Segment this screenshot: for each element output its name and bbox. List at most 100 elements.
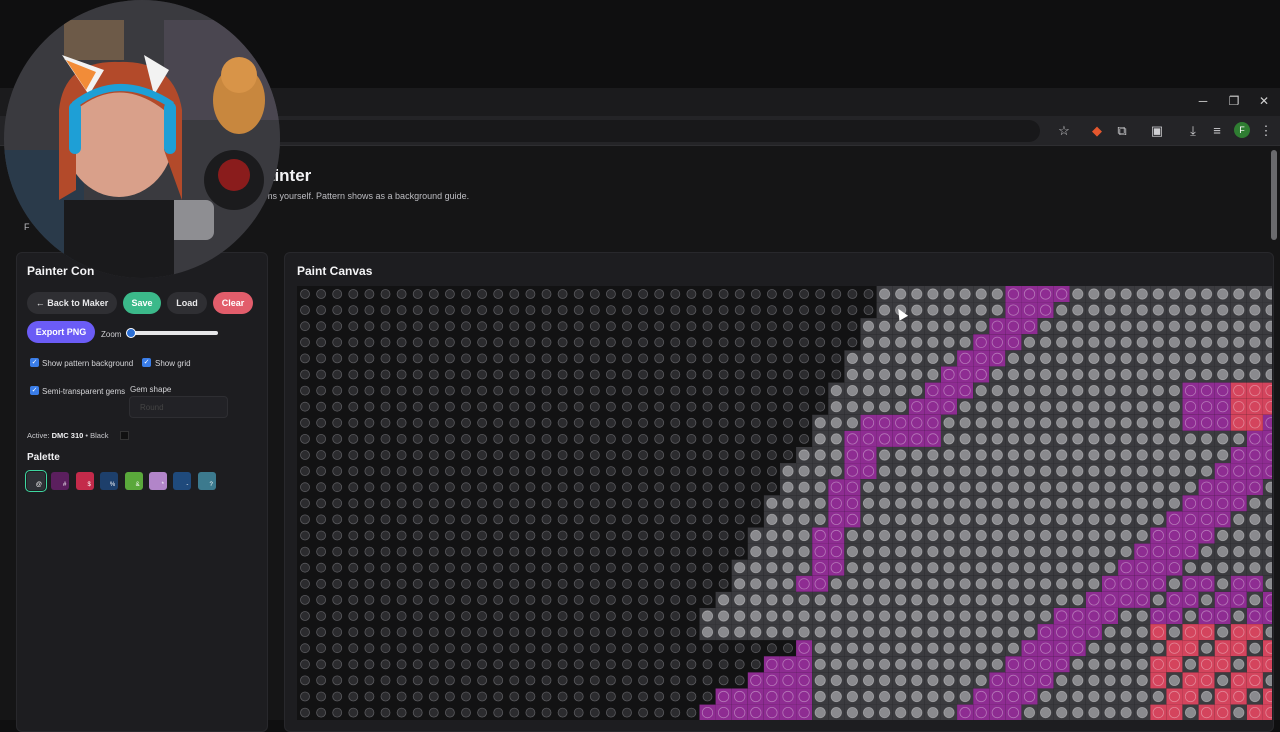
palette-swatch[interactable]: & <box>124 472 143 490</box>
gem <box>444 417 455 428</box>
gem <box>638 417 649 428</box>
gem <box>332 611 343 621</box>
gem <box>1072 288 1084 300</box>
gem <box>300 594 310 605</box>
gem <box>412 417 423 428</box>
export-png-button[interactable]: Export PNG <box>27 321 95 343</box>
gem <box>1184 674 1197 686</box>
gem <box>927 513 939 525</box>
gem <box>541 353 552 364</box>
palette-swatch[interactable]: ? <box>197 472 216 490</box>
gem <box>975 658 987 670</box>
gem <box>654 707 665 718</box>
gem <box>622 611 632 621</box>
gem <box>541 611 552 621</box>
gem <box>799 353 810 364</box>
gem <box>444 530 455 541</box>
gem <box>750 498 761 509</box>
gem <box>477 466 488 477</box>
page-scrollbar[interactable] <box>1271 150 1277 240</box>
gem <box>1249 497 1261 509</box>
load-button[interactable]: Load <box>167 292 207 314</box>
media-icon[interactable]: ≡ <box>1207 121 1227 141</box>
sidepanel-icon[interactable]: ▣ <box>1147 121 1167 141</box>
gem-shape-select[interactable]: Round <box>129 396 228 418</box>
gem <box>605 337 616 348</box>
gem <box>589 578 600 589</box>
zoom-slider-handle[interactable] <box>126 328 136 338</box>
gem <box>911 513 923 525</box>
semi-transparent-checkbox[interactable]: ✓ <box>30 386 39 395</box>
gem <box>927 610 939 622</box>
gem <box>1233 594 1245 606</box>
gem <box>1072 594 1084 606</box>
gem <box>573 514 584 525</box>
gem <box>1039 578 1052 590</box>
gem <box>1184 594 1197 606</box>
save-button[interactable]: Save <box>123 292 161 314</box>
restore-button[interactable]: ❐ <box>1223 92 1245 110</box>
palette-swatch[interactable]: % <box>100 472 119 490</box>
palette-swatch[interactable]: * <box>149 472 167 490</box>
gem <box>493 611 504 621</box>
gem <box>959 368 971 381</box>
show-pattern-label: Show pattern background <box>42 359 134 368</box>
star-icon[interactable]: ☆ <box>1054 121 1074 141</box>
gem <box>509 498 520 509</box>
show-pattern-checkbox[interactable]: ✓ <box>30 358 39 367</box>
back-to-maker-button[interactable]: ← Back to Maker <box>27 292 117 314</box>
gem <box>815 385 826 396</box>
close-button[interactable]: ✕ <box>1253 92 1275 110</box>
download-icon[interactable]: ⤓ <box>1183 121 1203 141</box>
gem <box>316 385 327 396</box>
gem <box>702 514 713 525</box>
menu-icon[interactable]: ⋮ <box>1256 121 1276 141</box>
gem <box>734 289 745 299</box>
gem <box>1217 626 1229 638</box>
palette-swatch[interactable]: # <box>51 472 70 490</box>
gem <box>364 450 375 460</box>
palette-swatch[interactable]: $ <box>75 472 94 490</box>
gem <box>1152 578 1164 590</box>
gem <box>477 530 488 541</box>
gem <box>911 642 923 654</box>
gem <box>428 514 439 525</box>
gem <box>895 385 907 397</box>
gem <box>428 498 439 509</box>
gem <box>975 320 987 332</box>
show-grid-checkbox[interactable]: ✓ <box>142 358 151 367</box>
gem <box>380 546 391 557</box>
gem <box>1136 594 1148 606</box>
gem <box>1168 336 1181 348</box>
gem <box>975 304 987 316</box>
gem <box>1072 642 1084 654</box>
gem <box>1233 304 1245 316</box>
gem <box>316 466 327 477</box>
palette-swatch[interactable]: - <box>173 472 192 490</box>
gem <box>1184 690 1197 703</box>
zoom-slider[interactable] <box>129 331 218 335</box>
minimize-button[interactable]: ─ <box>1192 92 1214 110</box>
gem <box>1233 433 1245 445</box>
address-bar[interactable] <box>250 120 1040 142</box>
extensions-icon[interactable]: ⧉ <box>1112 121 1132 141</box>
clear-button[interactable]: Clear <box>213 292 253 314</box>
gem <box>541 675 552 686</box>
extension-fox-icon[interactable]: ◆ <box>1087 121 1107 141</box>
profile-avatar[interactable]: F <box>1234 122 1250 138</box>
gem <box>654 691 665 702</box>
gem <box>862 690 875 703</box>
gem <box>364 466 375 477</box>
paint-canvas[interactable] <box>297 286 1272 720</box>
gem <box>541 594 552 605</box>
gem <box>589 482 600 493</box>
gem <box>1200 642 1213 654</box>
gem <box>589 691 600 702</box>
palette-swatch[interactable]: @ <box>25 470 47 492</box>
gem <box>461 417 471 428</box>
gem <box>895 320 907 332</box>
gem <box>718 466 729 477</box>
gem <box>1072 513 1084 525</box>
gem <box>380 321 391 332</box>
gem <box>1233 642 1245 654</box>
